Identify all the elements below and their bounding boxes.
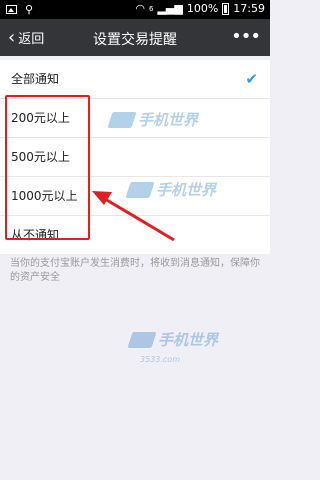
image-notification-icon — [6, 5, 17, 14]
check-icon: ✔ — [245, 70, 258, 88]
option-label: 全部通知 — [11, 72, 60, 86]
page-title: 设置交易提醒 — [93, 32, 177, 48]
option-all[interactable]: 全部通知 ✔ — [0, 60, 270, 99]
watermark-logo: 手机世界 — [127, 330, 219, 349]
clock: 17:59 — [233, 2, 265, 15]
battery-percent: 100% — [186, 2, 219, 15]
more-icon[interactable]: ••• — [231, 26, 261, 47]
status-right: ◠ 6 ▂▄▆ 100% 17:59 — [135, 2, 265, 15]
watermark-subtext: 3533.com — [140, 355, 180, 364]
status-bar: ⚲ ◠ 6 ▂▄▆ 100% 17:59 — [0, 0, 270, 19]
hint-text: 当你的支付宝账户发生消费时，将收到消息通知，保障你的资产安全 — [10, 258, 260, 283]
signal-icon: ▂▄▆ — [157, 2, 183, 15]
usb-icon: ⚲ — [25, 3, 34, 16]
watermark-sub: 3533.com — [140, 355, 180, 364]
battery-icon — [222, 2, 230, 15]
wifi-icon: ◠ — [135, 2, 145, 15]
watermark-icon — [127, 332, 157, 348]
annotation-highlight-box — [5, 95, 90, 240]
watermark-text: 手机世界 — [158, 330, 219, 349]
status-left: ⚲ — [6, 3, 33, 16]
network-indicator: 6 — [148, 4, 154, 13]
nav-bar: ‹ 返回 设置交易提醒 ••• — [0, 19, 270, 56]
